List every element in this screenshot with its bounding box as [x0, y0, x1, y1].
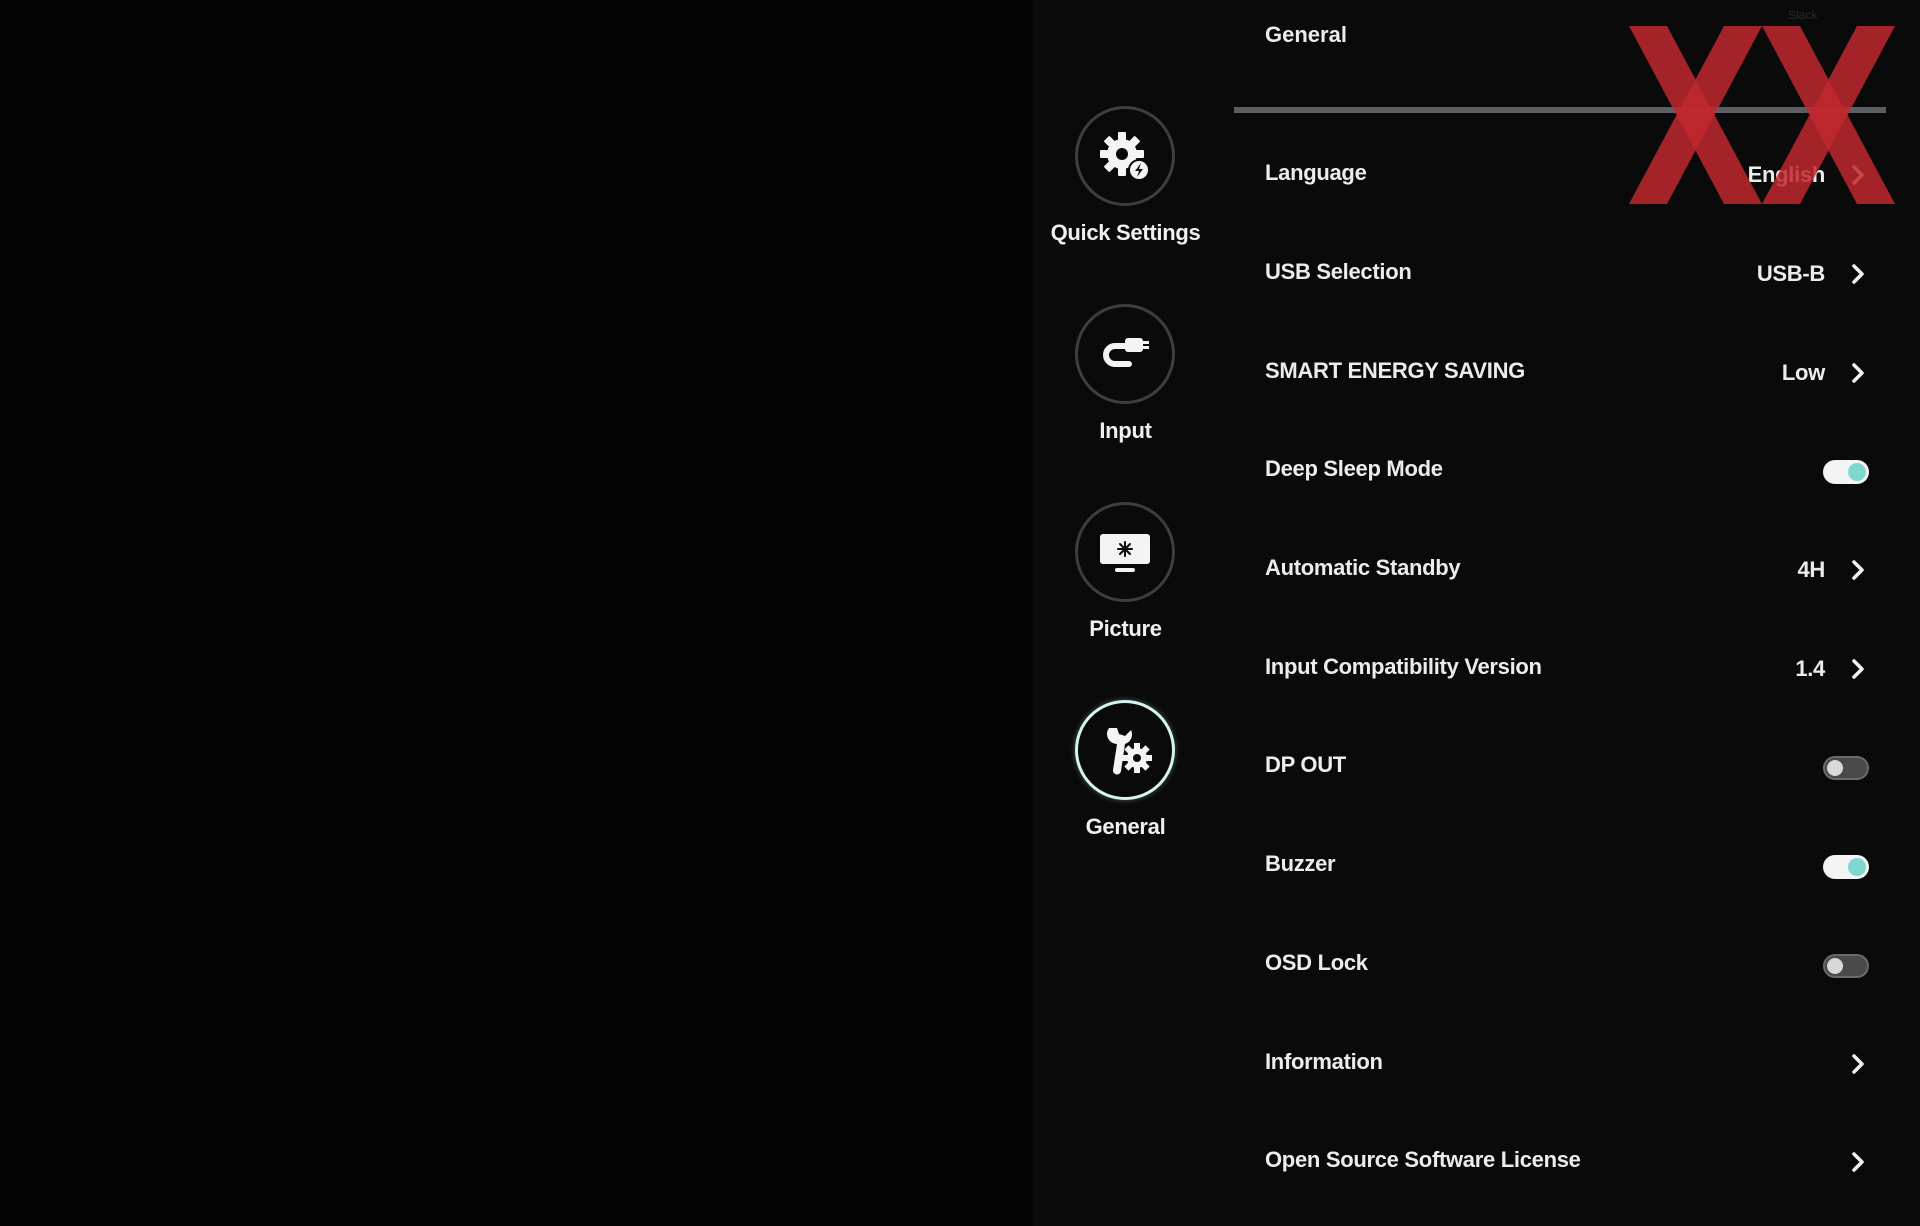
setting-label: Open Source Software License [1265, 1147, 1581, 1172]
setting-row-buzzer[interactable]: Buzzer [1265, 835, 1905, 895]
setting-label: Buzzer [1265, 851, 1336, 876]
nav-label: Quick Settings [1050, 220, 1201, 245]
setting-value: 1.4 [1795, 656, 1825, 681]
setting-row-dp-out[interactable]: DP OUT [1265, 736, 1905, 796]
nav-item-quick-settings[interactable]: Quick Settings [1033, 106, 1233, 286]
nav-item-general[interactable]: General [1033, 700, 1233, 880]
toggle-knob [1827, 958, 1843, 974]
setting-label: Deep Sleep Mode [1265, 456, 1443, 481]
nav-circle [1075, 502, 1175, 602]
monitor-icon [1100, 534, 1150, 572]
chevron-right-icon [1852, 659, 1864, 679]
chevron-right-icon [1852, 1054, 1864, 1074]
osd-nav: Quick Settings Input Picture General [1033, 0, 1233, 1226]
chevron-right-icon [1852, 1152, 1864, 1172]
setting-row-osd-lock[interactable]: OSD Lock [1265, 934, 1905, 994]
chevron-right-icon [1852, 560, 1864, 580]
monitor-screen: Quick Settings Input Picture General Gen… [0, 0, 1920, 1226]
setting-label: Input Compatibility Version [1265, 654, 1542, 679]
setting-label: DP OUT [1265, 752, 1346, 777]
osd-lock-toggle[interactable] [1823, 954, 1869, 978]
setting-label: Language [1265, 160, 1367, 185]
corner-hint: Slack [1788, 8, 1818, 22]
nav-label: General [1085, 814, 1166, 839]
nav-circle [1075, 304, 1175, 404]
setting-row-input-compatibility-version[interactable]: Input Compatibility Version 1.4 [1265, 638, 1905, 698]
nav-item-picture[interactable]: Picture [1033, 502, 1233, 682]
setting-label: OSD Lock [1265, 950, 1368, 975]
toggle-knob [1848, 858, 1866, 876]
setting-row-open-source-software-license[interactable]: Open Source Software License [1265, 1131, 1905, 1191]
nav-circle [1075, 106, 1175, 206]
setting-row-language[interactable]: Language English [1265, 144, 1905, 204]
setting-row-usb-selection[interactable]: USB Selection USB-B [1265, 243, 1905, 303]
setting-label: Information [1265, 1049, 1383, 1074]
setting-row-automatic-standby[interactable]: Automatic Standby 4H [1265, 539, 1905, 599]
setting-label: SMART ENERGY SAVING [1265, 358, 1525, 383]
panel-title: General [1265, 22, 1347, 47]
nav-item-input[interactable]: Input [1033, 304, 1233, 484]
setting-value: Low [1781, 360, 1825, 385]
chevron-right-icon [1852, 165, 1864, 185]
wrench-gear-icon [1107, 728, 1152, 775]
setting-value: USB-B [1756, 261, 1825, 286]
deep-sleep-mode-toggle[interactable] [1823, 460, 1869, 484]
osd-menu: Quick Settings Input Picture General Gen… [1033, 0, 1920, 1226]
gear-lightning-icon [1100, 132, 1150, 181]
setting-row-information[interactable]: Information [1265, 1033, 1905, 1093]
chevron-right-icon [1852, 363, 1864, 383]
toggle-knob [1848, 463, 1866, 481]
nav-circle [1075, 700, 1175, 800]
chevron-right-icon [1852, 264, 1864, 284]
setting-row-smart-energy-saving[interactable]: SMART ENERGY SAVING Low [1265, 342, 1905, 402]
setting-value: English [1747, 162, 1826, 187]
title-divider [1234, 107, 1886, 113]
nav-label: Input [1099, 418, 1152, 443]
setting-label: USB Selection [1265, 259, 1412, 284]
setting-value: 4H [1797, 557, 1825, 582]
nav-label: Picture [1089, 616, 1162, 641]
setting-label: Automatic Standby [1265, 555, 1461, 580]
buzzer-toggle[interactable] [1823, 855, 1869, 879]
input-cable-icon [1103, 338, 1149, 367]
setting-row-deep-sleep-mode[interactable]: Deep Sleep Mode [1265, 440, 1905, 500]
dp-out-toggle[interactable] [1823, 756, 1869, 780]
toggle-knob [1827, 760, 1843, 776]
